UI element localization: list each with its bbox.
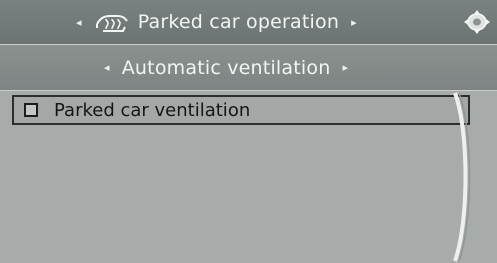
- checkbox-icon[interactable]: [24, 103, 38, 117]
- menu-header-content: ◂ Parked car operation ▸: [76, 0, 357, 44]
- submenu-header-content: ◂ Automatic ventilation ▸: [104, 45, 348, 90]
- next-submenu-arrow-icon[interactable]: ▸: [342, 62, 348, 73]
- prev-menu-arrow-icon[interactable]: ◂: [76, 17, 82, 28]
- menu-header: ◂ Parked car operation ▸: [0, 0, 497, 45]
- prev-submenu-arrow-icon[interactable]: ◂: [104, 62, 110, 73]
- option-list: Parked car ventilation: [0, 91, 497, 263]
- scroll-arc-indicator: [453, 92, 471, 262]
- parked-car-heating-icon: [95, 15, 128, 32]
- submenu-header: ◂ Automatic ventilation ▸: [0, 45, 497, 91]
- controller-icon: [464, 10, 490, 34]
- menu-title: Parked car operation: [137, 11, 340, 33]
- idrive-screen: ◂ Parked car operation ▸ ◂ Automatic ven…: [0, 0, 497, 263]
- next-menu-arrow-icon[interactable]: ▸: [351, 17, 357, 28]
- list-item-parked-car-ventilation[interactable]: Parked car ventilation: [12, 95, 470, 125]
- submenu-title: Automatic ventilation: [121, 56, 331, 79]
- list-item-label: Parked car ventilation: [54, 99, 251, 121]
